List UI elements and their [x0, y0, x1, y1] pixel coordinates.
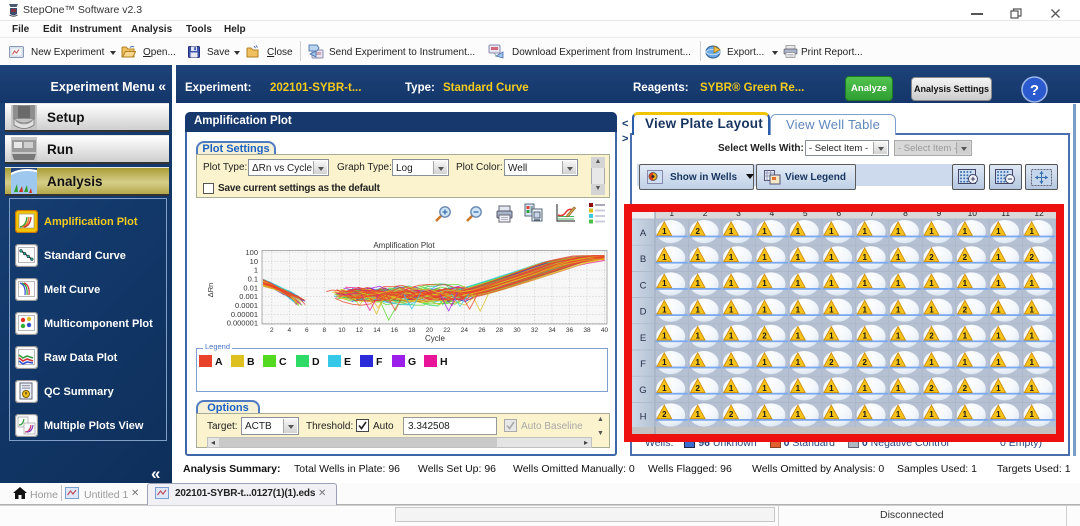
svg-text:16: 16 [391, 327, 399, 334]
svg-text:2: 2 [270, 327, 274, 334]
svg-text:18: 18 [408, 327, 416, 334]
svg-text:10: 10 [250, 257, 258, 266]
svg-text:38: 38 [583, 327, 591, 334]
svg-text:28: 28 [496, 327, 504, 334]
svg-text:0.001: 0.001 [239, 292, 258, 301]
svg-text:6: 6 [305, 327, 309, 334]
svg-text:8: 8 [322, 327, 326, 334]
svg-text:0.01: 0.01 [243, 283, 258, 292]
svg-text:Amplification Plot: Amplification Plot [373, 241, 435, 250]
svg-text:36: 36 [566, 327, 574, 334]
svg-text:22: 22 [443, 327, 451, 334]
svg-text:20: 20 [426, 327, 434, 334]
svg-text:100: 100 [245, 248, 258, 257]
svg-text:12: 12 [356, 327, 364, 334]
svg-text:0.00001: 0.00001 [231, 310, 258, 319]
svg-text:ΔRn: ΔRn [206, 283, 215, 298]
svg-text:?: ? [1030, 82, 1039, 99]
svg-text:24: 24 [461, 327, 469, 334]
svg-text:40: 40 [601, 327, 609, 334]
svg-text:4: 4 [287, 327, 291, 334]
svg-text:14: 14 [373, 327, 381, 334]
svg-text:26: 26 [478, 327, 486, 334]
svg-text:Cycle: Cycle [425, 334, 446, 343]
svg-text:0.000001: 0.000001 [227, 319, 258, 328]
svg-text:34: 34 [548, 327, 556, 334]
svg-text:30: 30 [513, 327, 521, 334]
svg-text:0.1: 0.1 [248, 275, 258, 284]
svg-text:1: 1 [254, 266, 258, 275]
svg-text:10: 10 [338, 327, 346, 334]
svg-text:32: 32 [531, 327, 539, 334]
svg-text:0.0001: 0.0001 [235, 301, 258, 310]
